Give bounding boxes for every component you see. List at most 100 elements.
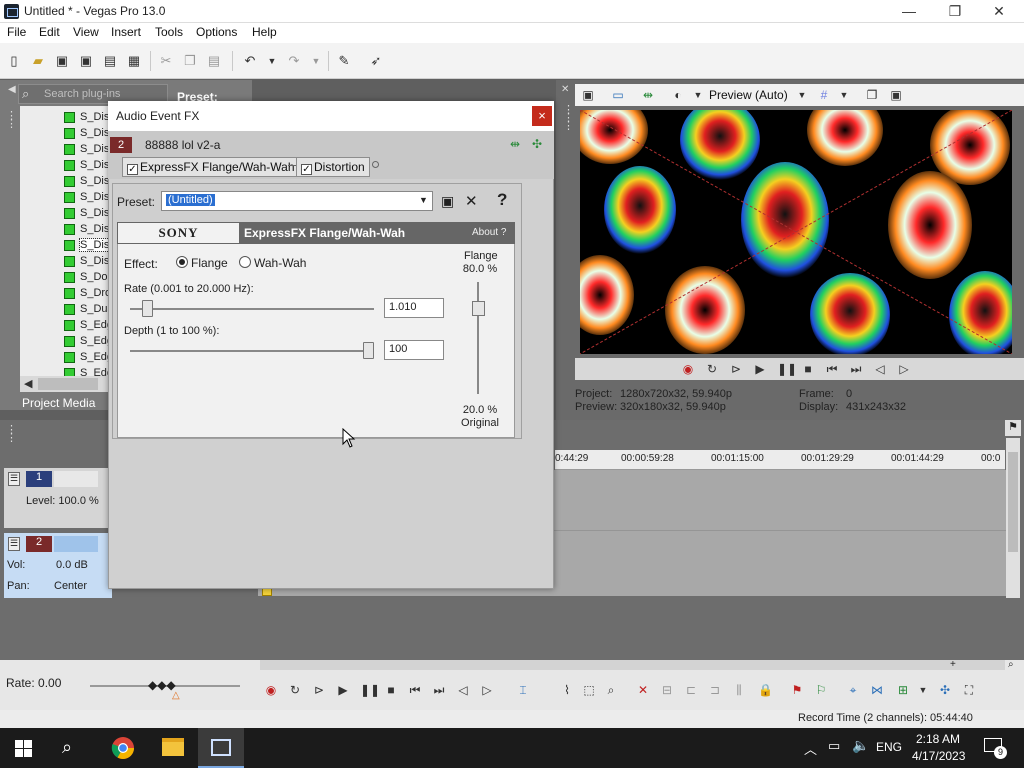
video-track-header[interactable]: ☰ 1 Level: 100.0 %	[4, 468, 112, 528]
menu-view[interactable]: View	[73, 25, 99, 39]
tree-item[interactable]: S_Dus	[20, 302, 110, 318]
remove-plugin-icon[interactable]: ✣	[532, 137, 542, 151]
close-window-button[interactable]: ✕	[976, 0, 1022, 23]
track-collapse-icon[interactable]: ☰	[8, 537, 20, 551]
split-icon[interactable]: ⫼	[732, 683, 746, 697]
maximize-button[interactable]: ❐	[932, 0, 978, 23]
tree-item[interactable]: S_Dis	[20, 206, 110, 222]
tree-item[interactable]: S_Dis	[20, 190, 110, 206]
render-as-icon[interactable]: ▤	[102, 53, 118, 69]
effect-wah-wah-radio[interactable]	[239, 256, 251, 268]
previous-frame-icon[interactable]: ◁	[873, 362, 887, 376]
stop-icon[interactable]: ■	[801, 362, 815, 376]
play-icon[interactable]: ▶	[753, 362, 767, 376]
panel-grip-icon[interactable]: ◀	[8, 84, 16, 104]
rate-slider-thumb[interactable]	[141, 300, 153, 317]
menu-tools[interactable]: Tools	[155, 25, 183, 39]
split-screen-icon[interactable]: ⇹	[641, 88, 655, 102]
zoom-tool-icon[interactable]: ⌕	[1008, 659, 1014, 670]
track-name-field[interactable]	[54, 536, 98, 552]
play-from-start-icon[interactable]: ⊳	[729, 362, 743, 376]
checkbox-icon[interactable]: ✓	[301, 164, 312, 175]
timeline-ruler[interactable]: 0:44:29 00:00:59:28 00:01:15:00 00:01:29…	[555, 450, 1005, 470]
open-folder-icon[interactable]: ▰	[30, 53, 46, 69]
depth-slider-thumb[interactable]	[363, 342, 374, 359]
auto-ripple-icon[interactable]: ⊞	[896, 683, 910, 697]
plugin-chain-icon[interactable]: ⇹	[510, 137, 520, 151]
copy-snapshot-icon[interactable]: ❐	[865, 88, 879, 102]
effect-flange-radio[interactable]	[176, 256, 188, 268]
show-hidden-icons-icon[interactable]: ︿	[804, 739, 817, 758]
timeline-drag-handle-icon[interactable]: ⋮ ⋮	[6, 425, 17, 452]
track-collapse-icon[interactable]: ☰	[8, 472, 20, 486]
loop-icon[interactable]: ↻	[705, 362, 719, 376]
go-to-start-icon[interactable]: ⏮	[825, 362, 839, 376]
panel-drag-handle-icon[interactable]: ⋮ ⋮	[6, 111, 17, 146]
overlays-grid-icon[interactable]: #	[817, 88, 831, 102]
auto-crossfade-icon[interactable]: ⋈	[870, 683, 884, 697]
pause-icon[interactable]: ❚❚	[777, 362, 797, 376]
trim-icon[interactable]: ⊟	[660, 683, 674, 697]
redo-dropdown-icon[interactable]: ▼	[308, 53, 324, 69]
help-button[interactable]: ?	[497, 190, 507, 210]
tree-item[interactable]: S_Dis	[20, 110, 110, 126]
tree-item[interactable]: S_Edg	[20, 366, 110, 376]
scroll-left-icon[interactable]: ◀	[24, 377, 32, 390]
tree-item[interactable]: S_Dis	[20, 238, 110, 254]
checkbox-icon[interactable]: ✓	[127, 164, 138, 175]
save-as-icon[interactable]: ▣	[78, 53, 94, 69]
next-frame-icon[interactable]: ▷	[897, 362, 911, 376]
vertical-scroll-thumb[interactable]	[1008, 452, 1018, 552]
record-icon[interactable]: ◉	[681, 362, 695, 376]
file-explorer-icon[interactable]	[162, 738, 184, 756]
preset-select[interactable]: (Untitled)	[161, 191, 433, 211]
tree-item[interactable]: S_Edg	[20, 334, 110, 350]
marker-flag-icon[interactable]: ⚑	[1005, 420, 1021, 436]
pause-icon[interactable]: ❚❚	[360, 683, 380, 697]
brush-icon[interactable]: ✎	[336, 53, 352, 69]
loop-icon[interactable]: ↻	[288, 683, 302, 697]
new-file-icon[interactable]: ▯	[6, 53, 22, 69]
lock-icon[interactable]: 🔒	[758, 683, 773, 697]
marker-icon[interactable]: ⚑	[790, 683, 804, 697]
preset-dropdown-icon[interactable]: ▼	[419, 195, 428, 205]
preview-mode-select[interactable]: Preview (Auto)	[709, 88, 788, 102]
auto-ripple-dropdown-icon[interactable]: ▼	[916, 683, 930, 697]
next-frame-icon[interactable]: ▷	[480, 683, 494, 697]
delete-preset-icon[interactable]: ✕	[465, 192, 478, 210]
cut-icon[interactable]: ✂	[158, 53, 174, 69]
go-to-start-icon[interactable]: ⏮	[408, 683, 422, 697]
paste-icon[interactable]: ▤	[206, 53, 222, 69]
vegas-taskbar-button[interactable]	[198, 728, 244, 768]
clock-time[interactable]: 2:18 AM	[916, 732, 960, 746]
snapping-icon[interactable]: ⌖	[846, 683, 860, 697]
whats-this-help-icon[interactable]: ➶	[368, 53, 384, 69]
preview-quality-dropdown-icon[interactable]: ▼	[691, 88, 705, 102]
go-to-end-icon[interactable]: ⏭	[432, 683, 446, 697]
fx-chain-distortion-button[interactable]: ✓ Distortion	[296, 157, 370, 177]
zoom-in-time-icon[interactable]: +	[950, 659, 956, 670]
overlays-dropdown-icon[interactable]: ▼	[837, 88, 851, 102]
tab-project-media[interactable]: Project Media	[22, 396, 95, 410]
save-icon[interactable]: ▣	[54, 53, 70, 69]
undo-dropdown-icon[interactable]: ▼	[264, 53, 280, 69]
ignore-grouping-icon[interactable]: ⛶	[962, 683, 976, 697]
menu-insert[interactable]: Insert	[111, 25, 141, 39]
undo-icon[interactable]: ↶	[242, 53, 258, 69]
tree-item[interactable]: S_Dis	[20, 158, 110, 174]
tree-item[interactable]: S_Dis	[20, 254, 110, 270]
tree-item[interactable]: S_Dis	[20, 142, 110, 158]
envelope-tool-icon[interactable]: ⌇	[560, 683, 574, 697]
mix-slider-thumb[interactable]	[472, 301, 485, 317]
network-icon[interactable]: ▭	[828, 738, 840, 754]
selection-tool-icon[interactable]: ⬚	[582, 683, 596, 697]
preview-close-icon[interactable]: ✕	[561, 84, 569, 95]
volume-value[interactable]: 0.0 dB	[56, 559, 88, 571]
track-name-field[interactable]	[54, 471, 98, 487]
delete-icon[interactable]: ✕	[636, 683, 650, 697]
save-preset-icon[interactable]: ▣	[441, 193, 454, 210]
rate-slider-track[interactable]	[130, 308, 374, 310]
preview-drag-handle-icon[interactable]: ⋮ ⋮ ⋮	[563, 105, 574, 166]
previous-frame-icon[interactable]: ◁	[456, 683, 470, 697]
input-language[interactable]: ENG	[876, 740, 902, 754]
